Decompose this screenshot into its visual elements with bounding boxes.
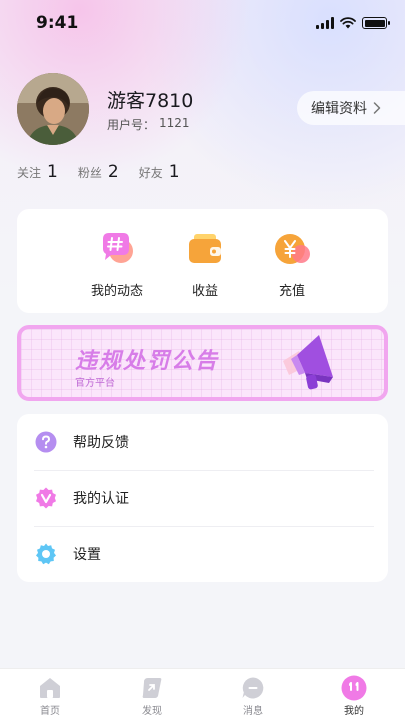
menu-help-feedback[interactable]: 帮助反馈 xyxy=(17,414,388,470)
action-my-posts[interactable]: 我的动态 xyxy=(82,229,152,299)
user-id-label: 用户号： xyxy=(107,118,156,132)
menu-settings[interactable]: 设置 xyxy=(17,526,388,582)
status-time: 9:41 xyxy=(36,13,79,33)
stat-following-value: 1 xyxy=(47,162,58,182)
stat-friends[interactable]: 好友 1 xyxy=(139,162,180,182)
edit-profile-button[interactable]: 编辑资料 xyxy=(297,91,405,125)
discover-icon xyxy=(139,675,165,701)
action-recharge-label: 充值 xyxy=(278,284,305,299)
stat-following[interactable]: 关注 1 xyxy=(17,162,58,182)
stat-following-label: 关注 xyxy=(17,166,42,180)
status-bar: 9:41 xyxy=(0,0,405,48)
banner-subtitle: 官方平台 xyxy=(75,378,115,389)
menu-my-verification-label: 我的认证 xyxy=(73,491,129,507)
avatar[interactable] xyxy=(17,73,89,145)
action-earnings[interactable]: 收益 xyxy=(170,229,240,299)
battery-icon xyxy=(362,17,390,29)
profile-icon xyxy=(341,675,367,701)
home-icon xyxy=(37,675,63,701)
stat-fans-label: 粉丝 xyxy=(77,166,102,180)
violation-notice-banner[interactable]: 违规处罚公告 官方平台 xyxy=(17,325,388,401)
user-id: 用户号： 1121 xyxy=(107,116,190,133)
tab-discover[interactable]: 发现 xyxy=(122,675,182,717)
user-id-value: 1121 xyxy=(159,116,190,130)
hashtag-chat-icon xyxy=(97,229,137,269)
banner-title: 违规处罚公告 xyxy=(75,349,220,374)
gear-icon xyxy=(35,543,57,565)
tab-messages[interactable]: 消息 xyxy=(223,675,283,717)
menu-my-verification[interactable]: 我的认证 xyxy=(17,470,388,526)
megaphone-icon xyxy=(283,335,333,390)
tab-messages-label: 消息 xyxy=(243,706,263,717)
edit-profile-label: 编辑资料 xyxy=(311,101,367,117)
menu-help-feedback-label: 帮助反馈 xyxy=(73,435,129,451)
tab-mine[interactable]: 我的 xyxy=(324,675,384,717)
wallet-icon xyxy=(185,229,225,269)
message-icon xyxy=(240,675,266,701)
follow-stats: 关注 1 粉丝 2 好友 1 xyxy=(17,162,180,182)
tab-home[interactable]: 首页 xyxy=(20,675,80,717)
verified-icon xyxy=(35,487,57,509)
question-icon xyxy=(35,431,57,453)
signal-icon xyxy=(316,17,334,29)
settings-menu-card: 帮助反馈 我的认证 设置 xyxy=(17,414,388,582)
status-icons xyxy=(316,16,390,30)
profile-header: 游客7810 用户号： 1121 编辑资料 xyxy=(17,73,405,145)
tab-home-label: 首页 xyxy=(40,706,60,717)
action-my-posts-label: 我的动态 xyxy=(90,284,143,299)
wifi-icon xyxy=(340,17,356,29)
quick-actions-card: 我的动态 收益 充值 xyxy=(17,209,388,313)
bottom-tab-bar: 首页 发现 消息 我的 xyxy=(0,668,405,720)
stat-friends-label: 好友 xyxy=(138,166,163,180)
action-recharge[interactable]: 充值 xyxy=(257,229,327,299)
stat-fans-value: 2 xyxy=(107,162,119,182)
chevron-right-icon xyxy=(373,102,381,114)
tab-mine-label: 我的 xyxy=(344,706,364,717)
username: 游客7810 xyxy=(107,90,194,112)
action-earnings-label: 收益 xyxy=(191,284,218,299)
tab-discover-label: 发现 xyxy=(142,706,162,717)
stat-friends-value: 1 xyxy=(168,162,180,182)
stat-fans[interactable]: 粉丝 2 xyxy=(78,162,119,182)
menu-settings-label: 设置 xyxy=(73,547,101,563)
yuan-coin-icon xyxy=(272,229,312,269)
